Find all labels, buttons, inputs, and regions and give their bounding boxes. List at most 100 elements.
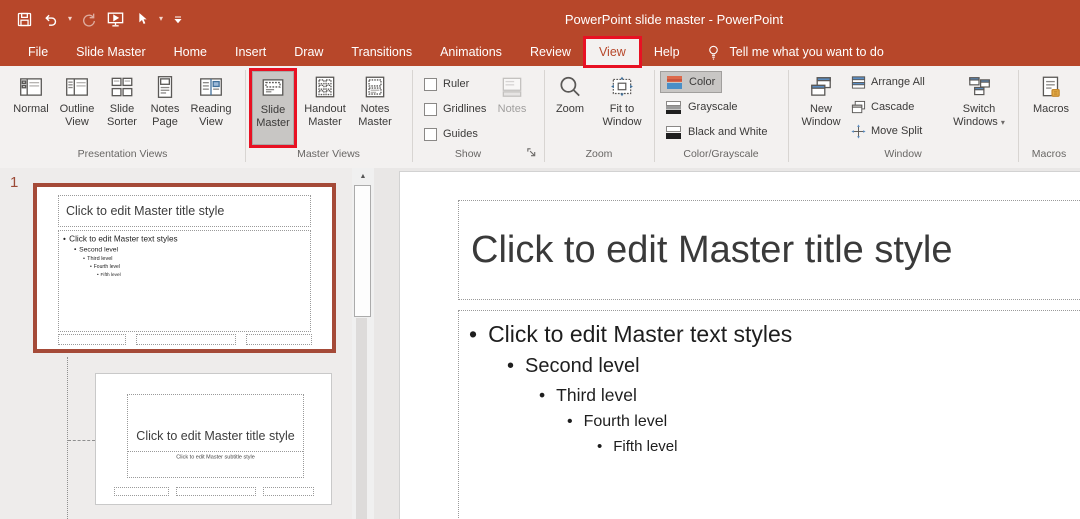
- thumb-bullet-level2: • Second level: [74, 245, 119, 254]
- show-dialog-launcher[interactable]: [524, 145, 538, 159]
- tell-me-box[interactable]: Tell me what you want to do: [706, 38, 884, 66]
- lightbulb-icon: [706, 44, 721, 61]
- move-split-icon: [851, 123, 866, 139]
- fit-to-window-icon: [609, 71, 635, 103]
- black-and-white-button[interactable]: Black and White: [660, 122, 773, 142]
- guides-checkbox[interactable]: Guides: [424, 125, 478, 143]
- tab-file[interactable]: File: [14, 38, 62, 66]
- thumb-bullet-level1: • Click to edit Master text styles: [63, 234, 178, 245]
- tab-slide-master[interactable]: Slide Master: [62, 38, 159, 66]
- gridlines-checkbox[interactable]: Gridlines: [424, 100, 486, 118]
- arrange-all-label: Arrange All: [871, 76, 925, 88]
- slide-master-button[interactable]: Slide Master: [249, 68, 297, 148]
- thumb-title-placeholder: Click to edit Master title style: [58, 195, 311, 227]
- reading-view-icon: [198, 71, 224, 103]
- color-icon: [667, 75, 682, 89]
- fit-to-window-button[interactable]: Fit to Window: [594, 71, 650, 145]
- scrollbar-thumb[interactable]: [354, 185, 371, 317]
- notes-master-button[interactable]: Notes Master: [352, 71, 398, 145]
- notes-page-button[interactable]: Notes Page: [144, 71, 186, 145]
- new-window-label: New Window: [801, 103, 841, 128]
- tab-help[interactable]: Help: [640, 38, 694, 66]
- gridlines-checkbox-box[interactable]: [424, 102, 437, 116]
- panel-scrollbar[interactable]: ▲: [352, 168, 374, 519]
- guides-checkbox-box[interactable]: [424, 127, 437, 141]
- switch-windows-label: Switch Windows ▾: [953, 103, 1005, 128]
- master-title-placeholder[interactable]: Click to edit Master title style: [458, 200, 1080, 300]
- normal-view-button[interactable]: Normal: [8, 71, 54, 145]
- title-layout-thumbnail[interactable]: Click to edit Master title style Click t…: [95, 373, 332, 505]
- switch-windows-button[interactable]: Switch Windows ▾: [948, 71, 1010, 145]
- tab-insert[interactable]: Insert: [221, 38, 280, 66]
- tab-home[interactable]: Home: [160, 38, 221, 66]
- reading-view-label: Reading View: [190, 103, 232, 128]
- arrange-all-button[interactable]: Arrange All: [851, 73, 925, 91]
- layout-date-placeholder: [114, 487, 169, 496]
- ruler-checkbox[interactable]: Ruler: [424, 75, 469, 93]
- cascade-icon: [851, 100, 866, 115]
- color-button[interactable]: Color: [660, 71, 723, 93]
- layout-title-text: Click to edit Master title style: [136, 429, 295, 443]
- zoom-button[interactable]: Zoom: [548, 71, 592, 145]
- master-views-group-label: Master Views: [297, 148, 360, 160]
- scrollbar-up-icon[interactable]: ▲: [352, 168, 374, 185]
- window-title: PowerPoint slide master - PowerPoint: [564, 11, 784, 27]
- tab-review[interactable]: Review: [516, 38, 585, 66]
- zoom-icon: [557, 71, 583, 103]
- black-and-white-label: Black and White: [688, 126, 768, 138]
- slide-master-icon: [260, 72, 286, 104]
- notes-button[interactable]: Notes: [490, 71, 534, 145]
- notes-page-icon: [152, 71, 178, 103]
- bullet-level1: • Click to edit Master text styles: [469, 321, 793, 347]
- notes-master-label: Notes Master: [358, 103, 392, 128]
- arrange-all-icon: [851, 75, 866, 90]
- cascade-button[interactable]: Cascade: [851, 98, 914, 116]
- slide-editing-canvas: Click to edit Master title style • Click …: [374, 168, 1080, 519]
- macros-icon: [1038, 71, 1064, 103]
- macros-button[interactable]: Macros: [1028, 71, 1074, 145]
- scrollbar-track[interactable]: [356, 318, 367, 519]
- slide-sorter-label: Slide Sorter: [107, 103, 137, 128]
- tab-draw[interactable]: Draw: [280, 38, 337, 66]
- grayscale-label: Grayscale: [688, 101, 738, 113]
- outline-view-button[interactable]: Outline View: [54, 71, 100, 145]
- grayscale-button[interactable]: Grayscale: [660, 97, 744, 117]
- master-slide: Click to edit Master title style • Click …: [400, 172, 1080, 519]
- slide-sorter-button[interactable]: Slide Sorter: [100, 71, 144, 145]
- slide-master-label: Slide Master: [256, 104, 290, 129]
- handout-master-label: Handout Master: [304, 103, 346, 128]
- move-split-label: Move Split: [871, 125, 923, 137]
- bullet-level5: • Fifth level: [597, 438, 678, 455]
- normal-view-label: Normal: [13, 103, 49, 115]
- gridlines-label: Gridlines: [443, 103, 487, 115]
- handout-master-icon: [312, 71, 338, 103]
- thumb-bullet-level3: • Third level: [83, 255, 113, 262]
- ruler-checkbox-box[interactable]: [424, 77, 437, 91]
- master-body-placeholder[interactable]: • Click to edit Master text styles • Secon…: [458, 310, 1080, 519]
- tell-me-label: Tell me what you want to do: [729, 45, 884, 59]
- slide-number: 1: [10, 174, 19, 191]
- slide-sorter-icon: [109, 71, 135, 103]
- show-group-label: Show: [454, 148, 482, 160]
- move-split-button[interactable]: Move Split: [851, 122, 922, 140]
- guides-label: Guides: [443, 128, 478, 140]
- bullet-level4: • Fourth level: [567, 413, 668, 430]
- tab-animations[interactable]: Animations: [426, 38, 516, 66]
- zoom-label: Zoom: [555, 103, 585, 115]
- new-window-button[interactable]: New Window: [797, 71, 845, 145]
- tab-view[interactable]: View: [582, 36, 642, 68]
- macros-group-label: Macros: [1031, 148, 1067, 160]
- thumb-body-placeholder: • Click to edit Master text styles • Secon…: [58, 230, 311, 332]
- tab-transitions[interactable]: Transitions: [337, 38, 426, 66]
- outline-view-label: Outline View: [59, 103, 95, 128]
- powerpoint-window: ▾ ▾ PowerPoint slide master - PowerPoint…: [0, 0, 1080, 519]
- reading-view-button[interactable]: Reading View: [186, 71, 236, 145]
- layout-placeholder-divider: [128, 451, 303, 452]
- bullet-level3: • Third level: [539, 385, 637, 405]
- ruler-label: Ruler: [443, 78, 470, 90]
- handout-master-button[interactable]: Handout Master: [298, 71, 352, 145]
- master-slide-thumbnail[interactable]: Click to edit Master title style • Click …: [33, 183, 336, 353]
- notes-icon: [499, 71, 525, 103]
- layout-subtitle-text: Click to edit Master subtitle style: [176, 454, 255, 461]
- zoom-group-label: Zoom: [585, 148, 613, 160]
